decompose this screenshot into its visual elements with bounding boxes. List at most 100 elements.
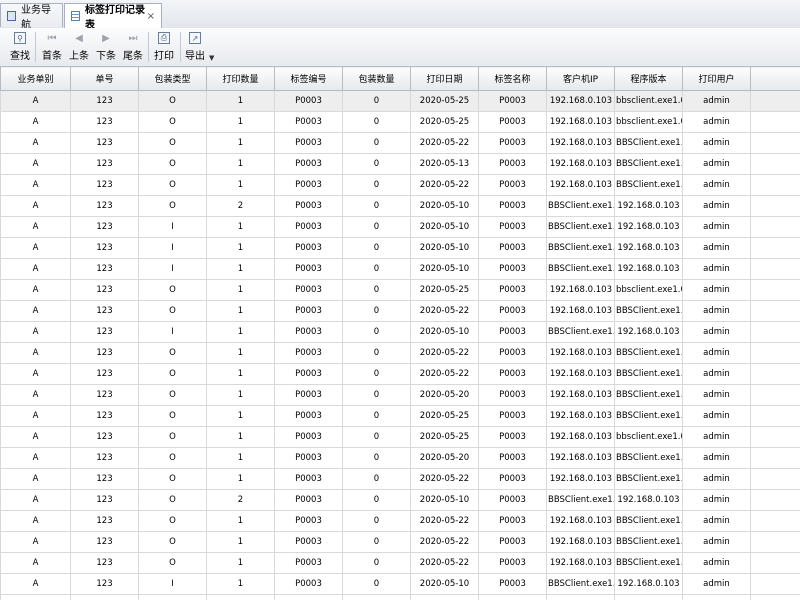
table-cell: 192.168.0.103 [546,531,615,553]
table-row[interactable]: A123O1P000302020-05-25P0003192.168.0.103… [0,279,800,301]
col-print-qty[interactable]: 打印数量 [206,66,275,91]
table-cell [750,321,800,343]
table-row[interactable]: A 123 O 1 P0003 0 2020-05-13 P0003 192.168.0.103… [0,153,800,175]
table-row[interactable]: A 123 O 1 P0003 0 2020-05-22 P0003 192.168.0.103… [0,531,800,553]
table-cell: 2020-05-25 [410,426,479,448]
table-cell: A [0,195,71,217]
table-row[interactable]: A 123 O 1 P0003 0 2020-05-22 P0003 192.168.0.103… [0,468,800,490]
prev-record-button[interactable]: ◀ 上条 [64,30,94,64]
table-cell: A [0,132,71,154]
table-row[interactable]: A 123 O 1 P0003 0 2020-05-20 P0003 192.168.0.103… [0,447,800,469]
col-program-version[interactable]: 程序版本 [614,66,683,91]
table-row[interactable]: A123O1P000302020-05-25P0003192.168.0.103… [0,405,800,427]
table-cell: P0003 [478,531,547,553]
table-cell: 2020-05-10 [410,321,479,343]
col-print-user[interactable]: 打印用户 [682,66,751,91]
table-cell: P0003 [478,552,547,574]
table-cell: 123 [70,384,139,406]
table-cell: O [138,195,207,217]
col-package-type[interactable]: 包装类型 [138,66,207,91]
table-cell: 0 [342,132,411,154]
table-row[interactable]: A 123 O 1 P0003 0 2020-05-22 P0003 192.168.0.103… [0,552,800,574]
table-cell: 2020-05-22 [410,552,479,574]
table-cell [750,426,800,448]
prev-label: 上条 [69,51,89,62]
close-icon[interactable]: × [147,11,155,22]
col-business-type[interactable]: 业务单别 [0,66,71,91]
next-record-button[interactable]: ▶ 下条 [91,30,121,64]
col-order-no[interactable]: 单号 [70,66,139,91]
table-cell: 1 [206,111,275,133]
table-cell: BBSClient.exe1.0.0 [614,153,683,175]
table-cell: admin [682,132,751,154]
col-client-ip[interactable]: 客户机IP [546,66,615,91]
table-cell [750,111,800,133]
table-cell: 123 [70,510,139,532]
table-cell: 1 [206,90,275,112]
table-cell: A [0,279,71,301]
table-row[interactable]: A 123 I 1 P0003 0 2020-05-10 P0003 BBSClient.exe… [0,321,800,343]
table-cell [750,573,800,595]
table-cell: 0 [342,363,411,385]
table-row[interactable]: A 123 O 1 P0003 0 2020-05-22 P0003 192.168.0.103… [0,342,800,364]
tab-business-nav[interactable]: 业务导航 [0,3,63,31]
table-cell: A [0,594,71,600]
table-row[interactable]: A 123 O 1 P0003 0 2020-05-22 P0003 192.168.0.103… [0,363,800,385]
table-row[interactable]: A123O1P000302020-05-25P0003192.168.0.103… [0,594,800,600]
toolbar: ⚲ 查找 ⏮ 首条 ◀ 上条 ▶ 下条 ⏭ 尾条 ⎙ 打印 ↗ 导出 ▼ [0,28,800,67]
table-row[interactable]: A 123 I 1 P0003 0 2020-05-10 P0003 BBSClient.exe… [0,573,800,595]
table-row[interactable]: A123O1P000302020-05-25P0003192.168.0.103… [0,426,800,448]
table-row[interactable]: A 123 O 2 P0003 0 2020-05-10 P0003 BBSClient.exe… [0,489,800,511]
table-cell: 2020-05-22 [410,531,479,553]
table-cell: 192.168.0.103 [546,342,615,364]
table-row[interactable]: A 123 I 1 P0003 0 2020-05-10 P0003 BBSClient.exe… [0,216,800,238]
find-button[interactable]: ⚲ 查找 [5,30,35,64]
col-label-code[interactable]: 标签编号 [274,66,343,91]
table-row[interactable]: A 123 O 1 P0003 0 2020-05-22 P0003 192.168.0.103… [0,174,800,196]
tab-label-print-records[interactable]: 标签打印记录表 × [64,3,162,31]
first-record-button[interactable]: ⏮ 首条 [37,30,67,64]
print-button[interactable]: ⎙ 打印 [149,30,179,64]
table-cell: 0 [342,174,411,196]
table-cell: O [138,174,207,196]
table-cell: P0003 [478,132,547,154]
table-cell: 123 [70,321,139,343]
chevron-down-icon[interactable]: ▼ [209,54,214,62]
table-cell: 192.168.0.103 [546,552,615,574]
table-cell: 1 [206,573,275,595]
table-row[interactable]: A 123 O 1 P0003 0 2020-05-20 P0003 192.168.0.103… [0,384,800,406]
col-label-name[interactable]: 标签名称 [478,66,547,91]
last-record-button[interactable]: ⏭ 尾条 [118,30,148,64]
table-cell: A [0,552,71,574]
table-cell: 0 [342,384,411,406]
table-row[interactable]: A123O1P000302020-05-25P0003192.168.0.103… [0,111,800,133]
table-cell: O [138,132,207,154]
table-row[interactable]: A123O1P000302020-05-25P0003192.168.0.103… [0,90,800,112]
table-cell: BBSClient.exe1.0.0 [546,573,615,595]
table-row[interactable]: A 123 O 1 P0003 0 2020-05-22 P0003 192.168.0.103… [0,300,800,322]
table-cell: 123 [70,594,139,600]
table-cell: P0003 [274,489,343,511]
col-supplier[interactable]: 供 [750,66,800,91]
table-cell: 123 [70,300,139,322]
table-row[interactable]: A 123 O 1 P0003 0 2020-05-22 P0003 192.168.0.103… [0,132,800,154]
table-cell: admin [682,153,751,175]
table-row[interactable]: A 123 I 1 P0003 0 2020-05-10 P0003 BBSClient.exe… [0,258,800,280]
table-row[interactable]: A 123 O 2 P0003 0 2020-05-10 P0003 BBSClient.exe… [0,195,800,217]
table-cell: A [0,111,71,133]
table-cell [750,594,800,600]
col-package-qty[interactable]: 包装数量 [342,66,411,91]
table-cell [750,216,800,238]
col-print-date[interactable]: 打印日期 [410,66,479,91]
table-cell: P0003 [274,111,343,133]
table-cell: 123 [70,552,139,574]
export-button[interactable]: ↗ 导出 [180,30,210,64]
table-cell: admin [682,594,751,600]
table-cell: 0 [342,153,411,175]
table-row[interactable]: A 123 I 1 P0003 0 2020-05-10 P0003 BBSClient.exe… [0,237,800,259]
table-cell [750,531,800,553]
table-cell: P0003 [478,153,547,175]
table-cell: P0003 [274,300,343,322]
table-cell: admin [682,90,751,112]
table-row[interactable]: A 123 O 1 P0003 0 2020-05-22 P0003 192.168.0.103… [0,510,800,532]
